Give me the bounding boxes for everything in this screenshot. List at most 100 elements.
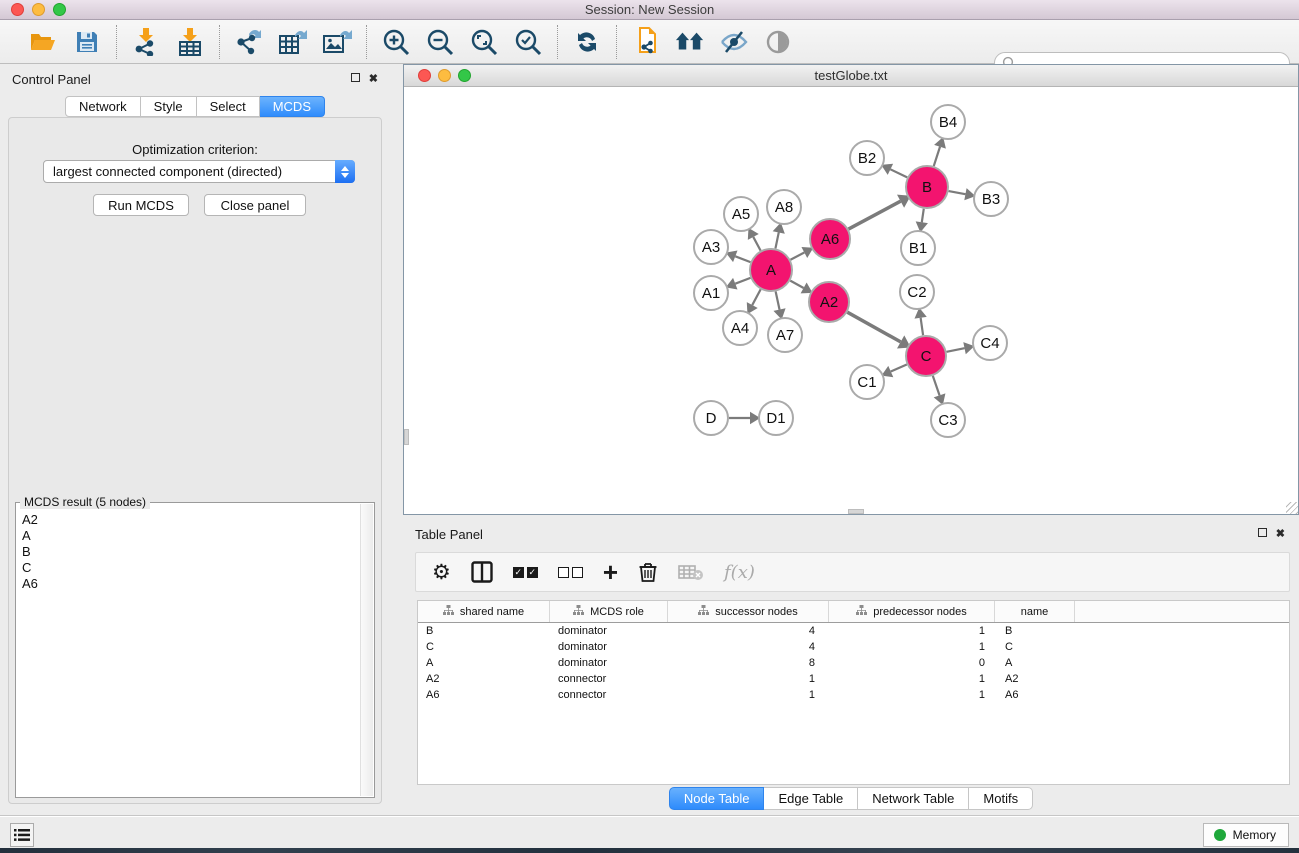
table-settings-gear-icon[interactable]: ⚙ [432,562,451,583]
duplicate-network-icon[interactable] [631,27,661,57]
minimize-window-button[interactable] [32,3,45,16]
tab-style[interactable]: Style [141,96,197,117]
table-cell[interactable]: C [418,641,550,653]
mcds-result-item[interactable]: A [17,527,361,543]
table-cell[interactable]: 8 [668,657,829,669]
table-row[interactable]: A2connector11A2 [418,671,1289,687]
mcds-result-item[interactable]: B [17,543,361,559]
graph-edge-C-C2[interactable] [921,318,923,335]
hide-eye-icon[interactable] [719,27,749,57]
network-zoom-button[interactable] [458,69,471,82]
tab-network[interactable]: Network [65,96,141,117]
table-cell[interactable]: dominator [550,657,668,669]
select-all-columns-icon[interactable]: ✓✓ [513,567,538,578]
gray-eye-icon[interactable] [763,27,793,57]
graph-edge-A-A7[interactable] [776,292,780,310]
table-row[interactable]: Cdominator41C [418,639,1289,655]
deselect-all-columns-icon[interactable] [558,567,583,578]
column-header-name[interactable]: name [995,601,1075,622]
graph-edge-C-C3[interactable] [933,376,940,396]
column-header-shared-name[interactable]: shared name [418,601,550,622]
table-cell[interactable]: A [418,657,550,669]
mcds-list-scrollbar[interactable] [360,504,373,796]
tab-select[interactable]: Select [197,96,260,117]
table-cell[interactable]: connector [550,673,668,685]
table-cell[interactable]: connector [550,689,668,701]
table-cell[interactable]: A2 [418,673,550,685]
zoom-window-button[interactable] [53,3,66,16]
table-cell[interactable]: A [995,657,1075,669]
table-cell[interactable]: 4 [668,641,829,653]
graph-edge-A6-B[interactable] [849,201,901,229]
table-cell[interactable]: dominator [550,641,668,653]
tab-mcds[interactable]: MCDS [260,96,325,117]
zoom-selected-icon[interactable] [513,27,543,57]
graph-edge-A2-C[interactable] [847,312,900,342]
network-horizontal-scrollbar[interactable] [848,509,864,514]
table-cell[interactable]: 1 [829,673,995,685]
home-icon[interactable] [675,27,705,57]
graph-edge-A-A5[interactable] [753,237,760,251]
table-cell[interactable]: 1 [829,625,995,637]
close-panel-icon[interactable]: ✖ [369,74,378,85]
table-cell[interactable]: 1 [668,689,829,701]
column-header-successor-nodes[interactable]: successor nodes [668,601,829,622]
table-cell[interactable]: A6 [418,689,550,701]
close-table-panel-icon[interactable]: ✖ [1276,529,1285,540]
refresh-icon[interactable] [572,27,602,57]
table-cell[interactable]: B [418,625,550,637]
float-table-panel-icon[interactable] [1258,528,1267,540]
import-network-icon[interactable] [131,27,161,57]
table-cell[interactable]: 1 [668,673,829,685]
table-cell[interactable]: A6 [995,689,1075,701]
memory-button[interactable]: Memory [1203,823,1289,847]
import-table-icon[interactable] [175,27,205,57]
table-cell[interactable]: 1 [829,641,995,653]
graph-edge-C-C1[interactable] [891,364,907,371]
zoom-fit-icon[interactable] [469,27,499,57]
zoom-out-icon[interactable] [425,27,455,57]
float-panel-icon[interactable] [351,73,360,85]
tab-node-table[interactable]: Node Table [669,787,765,810]
graph-edge-C-C4[interactable] [947,348,965,352]
network-vertical-scrollbar[interactable] [404,429,409,445]
tab-network-table[interactable]: Network Table [858,787,969,810]
table-cell[interactable]: C [995,641,1075,653]
run-mcds-button[interactable]: Run MCDS [93,194,189,216]
column-header-predecessor-nodes[interactable]: predecessor nodes [829,601,995,622]
column-header-MCDS-role[interactable]: MCDS role [550,601,668,622]
table-cell[interactable]: B [995,625,1075,637]
graph-edge-A-A6[interactable] [790,252,804,259]
graph-edge-A-A2[interactable] [790,281,803,288]
mcds-result-item[interactable]: A6 [17,575,361,591]
tab-motifs[interactable]: Motifs [969,787,1033,810]
table-cell[interactable]: 0 [829,657,995,669]
graph-edge-A-A3[interactable] [735,256,750,262]
export-network-icon[interactable] [234,27,264,57]
task-list-button[interactable] [10,823,34,847]
delete-column-icon[interactable] [638,561,658,583]
table-row[interactable]: A6connector11A6 [418,687,1289,703]
mcds-result-item[interactable]: C [17,559,361,575]
tab-edge-table[interactable]: Edge Table [764,787,858,810]
zoom-in-icon[interactable] [381,27,411,57]
graph-edge-B-B2[interactable] [890,169,907,177]
graph-edge-A-A1[interactable] [735,278,750,284]
graph-edge-A-A8[interactable] [775,232,778,248]
table-row[interactable]: Adominator80A [418,655,1289,671]
network-minimize-button[interactable] [438,69,451,82]
close-window-button[interactable] [11,3,24,16]
graph-edge-B-B3[interactable] [949,191,966,194]
split-columns-icon[interactable] [471,561,493,583]
graph-edge-A-A4[interactable] [752,289,760,305]
graph-edge-B-B1[interactable] [922,209,924,223]
export-table-icon[interactable] [278,27,308,57]
graph-edge-B-B4[interactable] [934,147,940,166]
network-canvas[interactable]: B4B2BB3A5A8A6A3B1AA1C2A2A4A7C4CC1DD1C3 [404,87,1298,514]
add-column-icon[interactable]: + [603,562,618,583]
mcds-result-item[interactable]: A2 [17,511,361,527]
close-panel-button[interactable]: Close panel [204,194,306,216]
open-file-icon[interactable] [28,27,58,57]
table-cell[interactable]: 4 [668,625,829,637]
criterion-dropdown[interactable]: largest connected component (directed) [43,160,355,183]
